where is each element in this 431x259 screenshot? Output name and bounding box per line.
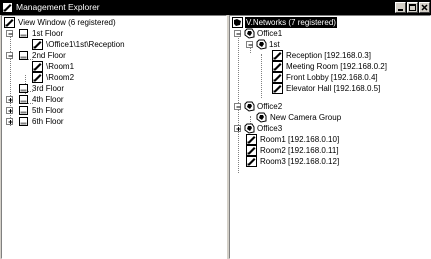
tree-label: View Window (6 registered) — [18, 18, 116, 27]
expand-icon[interactable] — [234, 125, 241, 132]
floor-icon — [18, 94, 29, 105]
tree-label: New Camera Group — [270, 113, 342, 122]
folder-icon — [256, 112, 267, 123]
camera-icon — [246, 145, 257, 156]
tree-label: 6th Floor — [32, 117, 64, 126]
camera-icon — [32, 39, 43, 50]
management-explorer-window: Management Explorer View Window (6 regis… — [0, 0, 431, 259]
minimize-icon — [398, 9, 403, 11]
camera-icon — [246, 156, 257, 167]
expand-icon[interactable] — [6, 96, 13, 103]
tree-label: 3rd Floor — [32, 84, 65, 93]
network-icon — [232, 17, 243, 28]
window-controls — [395, 2, 430, 13]
view-window-tree[interactable]: View Window (6 registered) 1st Floor \Of… — [1, 15, 227, 259]
minimize-button[interactable] — [395, 2, 406, 13]
tree-label: \Room1 — [46, 62, 75, 71]
tree-label: Office1 — [257, 29, 283, 38]
floor-icon — [18, 116, 29, 127]
collapse-icon[interactable] — [6, 30, 13, 37]
collapse-icon[interactable] — [6, 52, 13, 59]
folder-icon — [244, 123, 255, 134]
tree-line — [261, 54, 262, 98]
window-title: Management Explorer — [16, 2, 100, 12]
expand-icon[interactable] — [6, 107, 13, 114]
floor-icon — [18, 83, 29, 94]
camera-icon — [272, 72, 283, 83]
tree-label: Office2 — [257, 102, 283, 111]
folder-icon — [244, 101, 255, 112]
app-icon — [2, 2, 13, 13]
tree-label: Room1 [192.168.0.10] — [260, 135, 340, 144]
tree-label: Office3 — [257, 124, 283, 133]
close-button[interactable] — [419, 2, 430, 13]
tree-label: Room3 [192.168.0.12] — [260, 157, 340, 166]
maximize-button[interactable] — [407, 2, 418, 13]
tree-label: Front Lobby [192.168.0.4] — [286, 73, 378, 82]
folder-icon — [244, 28, 255, 39]
floor-icon — [18, 50, 29, 61]
tree-label: \Room2 — [46, 73, 75, 82]
tree-label: 1st Floor — [32, 29, 64, 38]
camera-icon — [32, 72, 43, 83]
maximize-icon — [409, 4, 416, 11]
collapse-icon[interactable] — [234, 103, 241, 110]
floor-icon — [18, 105, 29, 116]
tree-label: 2nd Floor — [32, 51, 66, 60]
camera-icon — [272, 83, 283, 94]
tree-label: 1st — [269, 40, 280, 49]
camera-icon — [32, 61, 43, 72]
tree-label: V.Networks (7 registered) — [245, 17, 337, 28]
tree-label: Meeting Room [192.168.0.2] — [286, 62, 387, 71]
expand-icon[interactable] — [6, 118, 13, 125]
camera-icon — [4, 17, 15, 28]
camera-icon — [272, 61, 283, 72]
close-icon — [421, 4, 428, 11]
tree-label: Elevator Hall [192.168.0.5] — [286, 84, 381, 93]
tree-label: Room2 [192.168.0.11] — [260, 146, 339, 155]
folder-icon — [256, 39, 267, 50]
tree-label: Reception [192.168.0.3] — [286, 51, 371, 60]
title-bar[interactable]: Management Explorer — [0, 0, 431, 15]
tree-label: \Office1\1st\Reception — [46, 40, 125, 49]
collapse-icon[interactable] — [246, 41, 253, 48]
collapse-icon[interactable] — [234, 30, 241, 37]
tree-label: 5th Floor — [32, 106, 64, 115]
networks-tree[interactable]: V.Networks (7 registered) Office1 1st Re… — [229, 15, 431, 259]
floor-icon — [18, 28, 29, 39]
tree-label: 4th Floor — [32, 95, 64, 104]
camera-icon — [246, 134, 257, 145]
camera-icon — [272, 50, 283, 61]
